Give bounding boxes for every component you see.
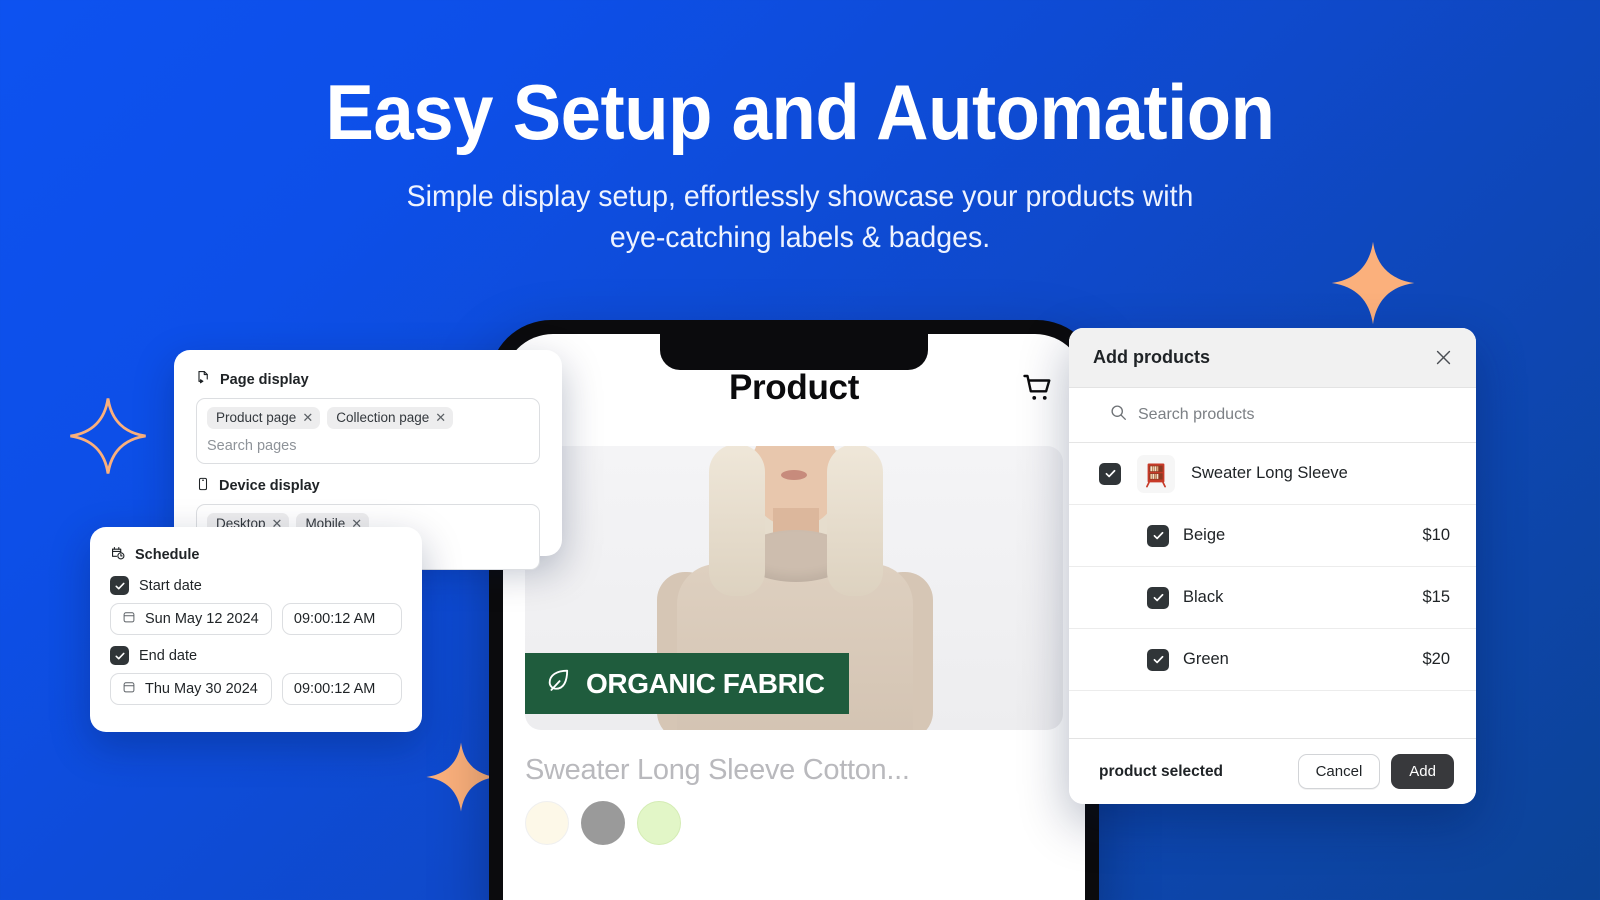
end-date-value: Thu May 30 2024 <box>145 681 258 697</box>
start-time-field[interactable]: 09:00:12 AM <box>281 603 402 635</box>
token-label: Product page <box>216 410 297 425</box>
selected-count-label: product selected <box>1099 762 1224 780</box>
device-display-label: Device display <box>196 477 540 495</box>
list-item-variant[interactable]: Beige $10 <box>1069 505 1476 567</box>
variant-checkbox[interactable] <box>1147 648 1169 671</box>
calendar-icon <box>122 680 136 698</box>
schedule-card: Schedule Start date Sun May 12 2024 09:0… <box>90 527 422 732</box>
organic-fabric-badge-label: ORGANIC FABRIC <box>586 667 825 699</box>
variant-checkbox[interactable] <box>1147 586 1169 609</box>
variant-price: $10 <box>1422 526 1450 544</box>
schedule-text: Schedule <box>135 547 200 563</box>
hero-section: Easy Setup and Automation Simple display… <box>0 68 1600 259</box>
panel-footer: product selected Cancel Add <box>1069 738 1476 804</box>
start-date-row: Sun May 12 2024 09:00:12 AM <box>110 603 402 635</box>
variant-name: Green <box>1183 650 1229 668</box>
calendar-icon <box>122 610 136 628</box>
bookshelf-thumbnail <box>1137 454 1175 493</box>
add-products-panel: Add products Search products Sweater Lon… <box>1069 328 1476 804</box>
search-pages-input[interactable]: Search pages <box>207 438 529 454</box>
product-title: Sweater Long Sleeve Cotton... <box>525 754 910 786</box>
calendar-clock-icon <box>110 545 126 565</box>
product-image: ORGANIC FABRIC <box>525 446 1063 730</box>
page-icon <box>196 370 211 389</box>
list-item-variant[interactable]: Green $20 <box>1069 629 1476 691</box>
start-date-field[interactable]: Sun May 12 2024 <box>110 603 272 635</box>
color-swatches <box>525 801 1063 845</box>
sparkle-filled-bottom <box>425 741 497 813</box>
subtitle-line-1: Simple display setup, effortlessly showc… <box>406 179 1194 213</box>
end-date-label: End date <box>139 647 198 664</box>
product-name: Sweater Long Sleeve <box>1191 464 1348 482</box>
remove-token-icon[interactable]: ✕ <box>302 411 313 424</box>
product-checkbox[interactable] <box>1099 462 1121 485</box>
variant-checkbox[interactable] <box>1147 524 1169 547</box>
storefront-title: Product <box>728 368 860 407</box>
search-input-placeholder[interactable]: Search products <box>1138 406 1255 424</box>
phone-screen: Product ORGANIC FABRIC Sweater Long Slee… <box>503 334 1085 900</box>
organic-fabric-badge: ORGANIC FABRIC <box>525 653 849 714</box>
variant-price: $15 <box>1422 588 1450 606</box>
end-date-checkbox-row[interactable]: End date <box>110 646 402 665</box>
end-date-checkbox[interactable] <box>110 646 129 665</box>
page-display-text: Page display <box>220 371 309 388</box>
add-button[interactable]: Add <box>1391 754 1454 789</box>
variant-name: Black <box>1183 588 1224 606</box>
mobile-icon <box>196 477 210 495</box>
token-collection-page[interactable]: Collection page ✕ <box>327 407 454 429</box>
start-time-value: 09:00:12 AM <box>293 611 376 627</box>
end-time-value: 09:00:12 AM <box>293 681 376 697</box>
sparkle-outline-left <box>68 396 148 476</box>
end-date-row: Thu May 30 2024 09:00:12 AM <box>110 673 402 705</box>
list-item-variant[interactable]: Black $15 <box>1069 567 1476 629</box>
variant-price: $20 <box>1422 650 1450 668</box>
token-label: Collection page <box>336 410 430 425</box>
leaf-icon <box>545 666 573 701</box>
subtitle-line-2: eye-catching labels & badges. <box>609 221 991 255</box>
close-icon[interactable] <box>1430 345 1456 371</box>
product-search-row[interactable]: Search products <box>1069 388 1476 443</box>
variant-name: Beige <box>1183 526 1226 544</box>
panel-header: Add products <box>1069 328 1476 388</box>
start-date-label: Start date <box>139 577 202 594</box>
page-tokens: Product page ✕ Collection page ✕ <box>207 407 529 429</box>
phone-mockup: Product ORGANIC FABRIC Sweater Long Slee… <box>489 320 1099 900</box>
device-display-text: Device display <box>219 478 320 494</box>
list-item-product[interactable]: Sweater Long Sleeve <box>1069 443 1476 505</box>
swatch-cream[interactable] <box>525 801 569 845</box>
swatch-light-green[interactable] <box>637 801 681 845</box>
page-display-input[interactable]: Product page ✕ Collection page ✕ Search … <box>196 398 540 464</box>
remove-token-icon[interactable]: ✕ <box>435 411 446 424</box>
page-subtitle: Simple display setup, effortlessly showc… <box>40 176 1560 259</box>
start-date-checkbox[interactable] <box>110 576 129 595</box>
end-time-field[interactable]: 09:00:12 AM <box>281 673 402 705</box>
page-title: Easy Setup and Automation <box>325 68 1275 156</box>
swatch-grey[interactable] <box>581 801 625 845</box>
phone-notch <box>660 334 928 370</box>
token-product-page[interactable]: Product page ✕ <box>207 407 321 429</box>
page-display-label: Page display <box>196 370 540 389</box>
search-icon <box>1110 404 1127 426</box>
cancel-button[interactable]: Cancel <box>1297 754 1381 789</box>
end-date-field[interactable]: Thu May 30 2024 <box>110 673 272 705</box>
panel-title: Add products <box>1093 347 1210 367</box>
start-date-checkbox-row[interactable]: Start date <box>110 576 402 595</box>
start-date-value: Sun May 12 2024 <box>145 611 259 627</box>
display-settings-card: Page display Product page ✕ Collection p… <box>174 350 562 570</box>
schedule-label: Schedule <box>110 545 402 565</box>
shopping-cart-icon[interactable] <box>1017 367 1059 409</box>
product-list: Sweater Long Sleeve Beige $10 Black $15 … <box>1069 443 1476 738</box>
